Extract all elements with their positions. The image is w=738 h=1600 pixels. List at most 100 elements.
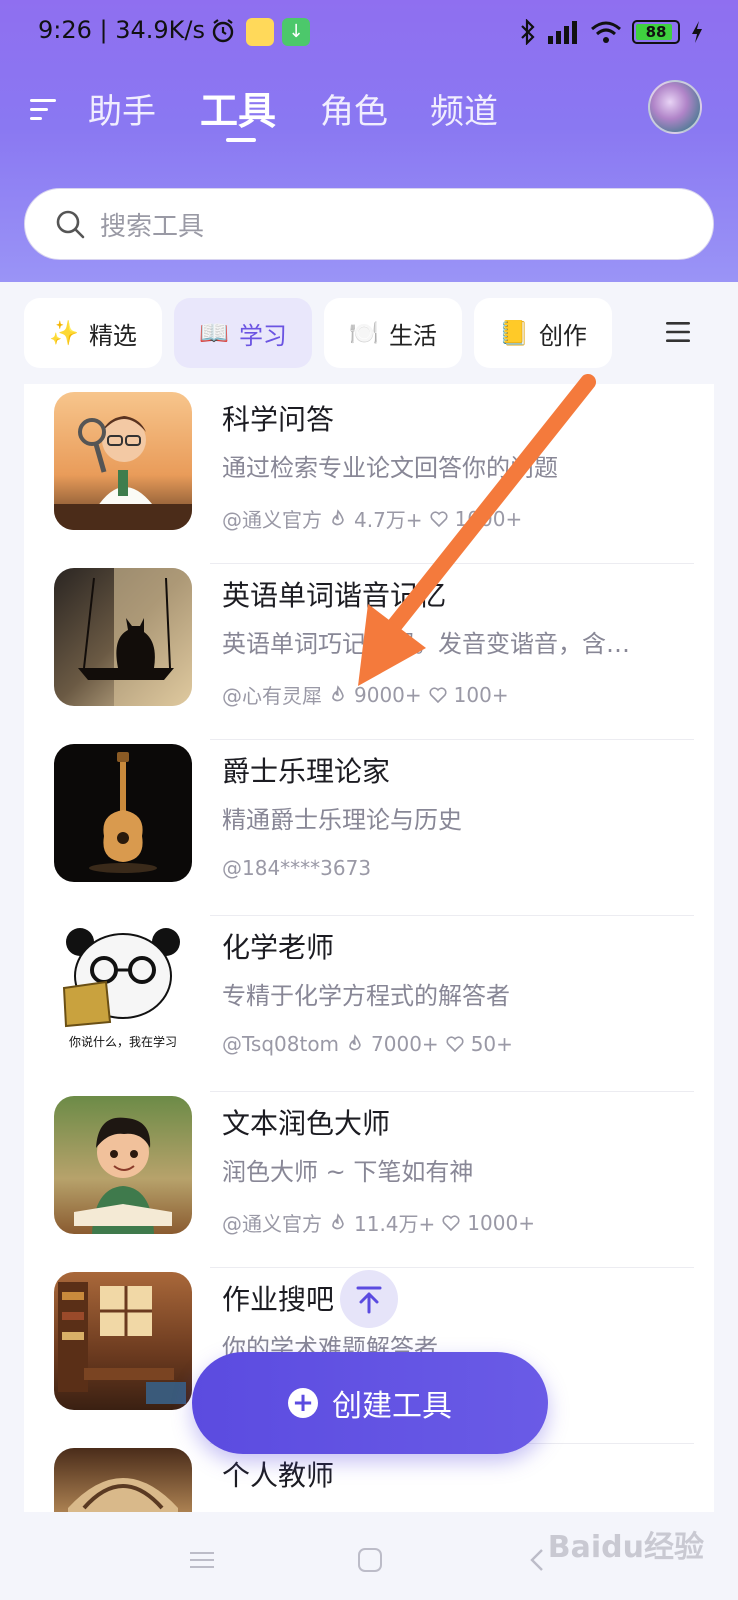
tool-title: 科学问答	[222, 403, 335, 436]
create-tool-button[interactable]: + 创建工具	[192, 1352, 548, 1454]
flame-icon	[332, 1212, 344, 1229]
tab-channels[interactable]: 频道	[430, 84, 498, 133]
tool-thumbnail	[54, 1272, 192, 1410]
tool-thumbnail: 你说什么，我在学习	[54, 920, 192, 1058]
wifi-icon	[591, 21, 621, 43]
tool-description: 专精于化学方程式的解答者	[222, 982, 510, 1010]
tool-like-count: 50+	[470, 1032, 513, 1056]
guitar-illustration	[89, 752, 157, 873]
tool-meta: @心有灵犀 9000+ 100+	[222, 680, 509, 709]
tool-description: 英语单词巧记妙解。发音变谐音，含…	[222, 630, 630, 658]
tool-title: 化学老师	[222, 931, 335, 964]
list-item[interactable]: 你说什么，我在学习 化学老师 专精于化学方程式的解答者 @Tsq08tom 70…	[24, 916, 714, 1092]
tool-meta: @通义官方 4.7万+ 1000+	[222, 504, 522, 533]
heart-icon	[442, 1214, 460, 1231]
category-featured[interactable]: ✨ 精选	[24, 298, 162, 368]
cat-silhouette-illustration	[78, 568, 192, 706]
study-room-illustration	[58, 1282, 186, 1404]
drawer-menu-icon[interactable]	[28, 94, 58, 124]
create-tool-label: 创建工具	[332, 1389, 452, 1424]
category-create[interactable]: 📒 创作	[474, 298, 612, 368]
list-item[interactable]: 个人教师	[24, 1444, 714, 1512]
tool-author: @通义官方	[222, 1212, 322, 1236]
tool-description: 润色大师 ~ 下笔如有神	[222, 1158, 474, 1186]
battery-icon: 88	[632, 20, 680, 44]
tool-hot-count: 11.4万+	[354, 1212, 436, 1236]
category-life[interactable]: 🍽️ 生活	[324, 298, 462, 368]
plus-icon: +	[288, 1388, 318, 1418]
alarm-icon	[212, 19, 234, 43]
tool-thumbnail	[54, 1448, 192, 1512]
tab-roles[interactable]: 角色	[320, 84, 388, 133]
search-icon	[56, 210, 85, 239]
home-icon[interactable]	[356, 1546, 384, 1574]
book-icon: 📖	[199, 319, 229, 347]
user-avatar[interactable]	[648, 80, 702, 134]
status-icons: 88	[520, 16, 704, 48]
scientist-illustration	[54, 416, 192, 530]
bluetooth-icon	[521, 19, 535, 45]
tool-title: 英语单词谐音记忆	[222, 579, 447, 612]
tool-like-count: 1000+	[467, 1210, 535, 1235]
category-label: 创作	[538, 321, 587, 350]
baidu-watermark: Baidu经验	[547, 1530, 704, 1565]
notebook-icon: 📒	[499, 319, 529, 347]
category-label: 生活	[388, 321, 437, 350]
category-label: 学习	[238, 321, 287, 350]
tool-thumbnail	[54, 1096, 192, 1234]
tool-title: 个人教师	[222, 1459, 335, 1492]
plate-icon: 🍽️	[349, 319, 379, 347]
flame-icon	[332, 508, 344, 525]
tool-title: 作业搜吧	[222, 1283, 335, 1316]
tool-meta: @184****3673	[222, 856, 371, 880]
tool-like-count: 1000+	[454, 506, 523, 531]
list-item[interactable]: 科学问答 通过检索专业论文回答你的问题 @通义官方 4.7万+ 1000+	[24, 388, 714, 564]
search-placeholder: 搜索工具	[100, 212, 205, 242]
flame-icon	[349, 1034, 361, 1051]
tool-hot-count: 9000+	[354, 682, 422, 707]
tool-meta: @Tsq08tom 7000+ 50+	[222, 1032, 513, 1056]
heart-icon	[430, 510, 448, 527]
heart-icon	[446, 1036, 464, 1053]
category-menu-icon[interactable]	[664, 318, 692, 346]
status-bar: 9:26 | 34.9K/s ↓ 88	[0, 0, 738, 64]
tool-thumbnail	[54, 744, 192, 882]
list-item[interactable]: 英语单词谐音记忆 英语单词巧记妙解。发音变谐音，含… @心有灵犀 9000+ 1…	[24, 564, 714, 740]
boy-reading-illustration	[74, 1117, 172, 1234]
tool-author: @Tsq08tom	[222, 1032, 340, 1056]
signal-icon	[548, 21, 577, 44]
sparkles-icon: ✨	[49, 319, 79, 347]
tool-author: @心有灵犀	[222, 684, 322, 708]
list-item[interactable]: 爵士乐理论家 精通爵士乐理论与历史 @184****3673	[24, 740, 714, 916]
tool-author: @通义官方	[222, 508, 322, 532]
status-time: 9:26 | 34.9K/s	[38, 16, 206, 44]
app-notification-icon	[246, 18, 274, 46]
tool-author: @184****3673	[222, 856, 372, 880]
battery-text: 88	[645, 23, 667, 41]
back-to-top-button[interactable]	[340, 1270, 398, 1328]
tool-meta: @通义官方 11.4万+ 1000+	[222, 1208, 535, 1237]
arrow-up-icon	[356, 1286, 382, 1314]
list-item[interactable]: 文本润色大师 润色大师 ~ 下笔如有神 @通义官方 11.4万+ 1000+	[24, 1092, 714, 1268]
tool-description: 精通爵士乐理论与历史	[222, 806, 462, 834]
category-label: 精选	[88, 321, 137, 350]
heart-icon	[429, 686, 447, 703]
active-tab-indicator	[226, 138, 256, 142]
tool-hot-count: 4.7万+	[354, 508, 423, 532]
tool-thumbnail	[54, 568, 192, 706]
tab-tools[interactable]: 工具	[200, 80, 276, 135]
tool-list: 科学问答 通过检索专业论文回答你的问题 @通义官方 4.7万+ 1000+ 英语…	[24, 384, 714, 1512]
library-illustration	[68, 1478, 178, 1512]
category-study[interactable]: 📖 学习	[174, 298, 312, 368]
recent-apps-icon[interactable]	[188, 1546, 216, 1574]
tool-description: 通过检索专业论文回答你的问题	[222, 454, 558, 482]
tool-like-count: 100+	[453, 682, 509, 707]
tool-thumbnail	[54, 392, 192, 530]
download-icon: ↓	[282, 18, 310, 46]
tool-hot-count: 7000+	[371, 1032, 439, 1056]
thumb-caption: 你说什么，我在学习	[69, 1034, 177, 1049]
tool-title: 文本润色大师	[222, 1107, 391, 1140]
tab-assistant[interactable]: 助手	[88, 84, 156, 133]
panda-meme-illustration: 你说什么，我在学习	[62, 928, 180, 1049]
flame-icon	[332, 684, 344, 701]
